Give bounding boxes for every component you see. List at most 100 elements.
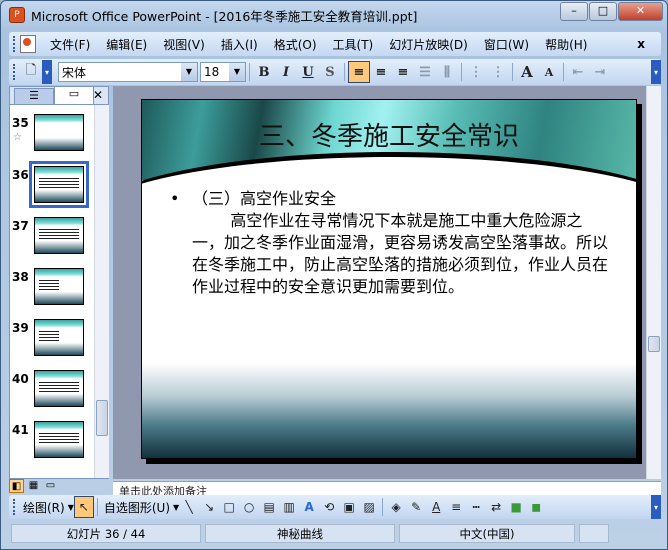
thumbnail-scrollbar[interactable]: [94, 105, 109, 478]
thumbnail-image: [34, 268, 84, 305]
slide-thumbnail[interactable]: 41: [10, 421, 94, 461]
thumbnail-image: [34, 370, 84, 407]
slide-thumbnail-selected[interactable]: 36: [10, 161, 94, 208]
toolbar-options-icon[interactable]: ▾: [651, 495, 661, 519]
increase-font-button[interactable]: A: [516, 61, 538, 83]
toolbar-grip[interactable]: [13, 499, 17, 515]
distribute-icon[interactable]: ☰: [414, 61, 436, 83]
draw-menu-button[interactable]: 绘图(R): [20, 499, 68, 516]
close-document-button[interactable]: x: [629, 37, 653, 51]
slide-thumbnail[interactable]: 35 ☆: [10, 114, 94, 154]
underline-button[interactable]: U: [297, 61, 319, 83]
italic-button[interactable]: I: [275, 61, 297, 83]
oval-icon[interactable]: ○: [239, 496, 259, 518]
line-style-icon[interactable]: ≡: [446, 496, 466, 518]
normal-view-icon[interactable]: ◧: [9, 479, 24, 493]
thumbnail-image: [34, 217, 84, 254]
slide-number: 38: [12, 270, 29, 284]
numbering-icon[interactable]: ⋮: [465, 61, 487, 83]
rectangle-icon[interactable]: □: [219, 496, 239, 518]
shadow-button[interactable]: S: [319, 61, 341, 83]
slide-title[interactable]: 三、冬季施工安全常识: [142, 116, 636, 153]
menu-file[interactable]: 文件(F): [42, 36, 98, 53]
menu-slideshow[interactable]: 幻灯片放映(D): [381, 36, 476, 53]
line-color-icon[interactable]: ✎: [406, 496, 426, 518]
status-empty: [579, 523, 609, 543]
toolbar-grip[interactable]: [13, 36, 17, 52]
clipart-icon[interactable]: ▣: [339, 496, 359, 518]
toolbar-options-icon[interactable]: ▾: [42, 60, 52, 84]
increase-indent-icon[interactable]: ⇥: [589, 61, 611, 83]
menu-insert[interactable]: 插入(I): [213, 36, 266, 53]
3d-style-icon[interactable]: ◼: [526, 496, 546, 518]
slide-number: 37: [12, 219, 29, 233]
chevron-down-icon[interactable]: ▼: [181, 63, 197, 81]
diagram-icon[interactable]: ⟲: [319, 496, 339, 518]
font-name-select[interactable]: 宋体 ▼: [58, 62, 198, 82]
thumbnail-image: [34, 114, 84, 151]
slide-canvas[interactable]: 三、冬季施工安全常识 • （三）高空作业安全 高空作业在寻常情况下本就是施工中重大…: [141, 99, 637, 459]
decrease-indent-icon[interactable]: ⇤: [567, 61, 589, 83]
slide-body[interactable]: • （三）高空作业安全 高空作业在寻常情况下本就是施工中重大危险源之一，加之冬季作…: [170, 188, 610, 298]
close-button[interactable]: ✕: [618, 2, 663, 21]
align-right-button[interactable]: ≡: [392, 61, 414, 83]
slide-sorter-view-icon[interactable]: ▦: [26, 479, 41, 493]
menu-format[interactable]: 格式(O): [266, 36, 325, 53]
separator: [461, 63, 462, 81]
vertical-textbox-icon[interactable]: ▥: [279, 496, 299, 518]
toolbar-options-icon[interactable]: ▾: [651, 60, 661, 84]
line-icon[interactable]: ╲: [179, 496, 199, 518]
slideshow-view-icon[interactable]: ▭: [43, 479, 58, 493]
decrease-font-button[interactable]: A: [538, 61, 560, 83]
drawing-toolbar: 绘图(R) ▼ ↖ 自选图形(U) ▼ ╲ ↘ □ ○ ▤ ▥ A ⟲ ▣ ▨ ◈ …: [9, 495, 661, 519]
slide-thumbnail[interactable]: 40: [10, 370, 94, 410]
menu-edit[interactable]: 编辑(E): [98, 36, 155, 53]
scrollbar-thumb[interactable]: [96, 400, 108, 436]
separator: [249, 63, 250, 81]
slide-thumbnail[interactable]: 37: [10, 217, 94, 257]
close-pane-icon[interactable]: ✕: [93, 88, 103, 102]
scrollbar-thumb[interactable]: [648, 336, 660, 352]
shadow-style-icon[interactable]: ■: [506, 496, 526, 518]
title-bar: P Microsoft Office PowerPoint - [2016年冬季…: [1, 1, 668, 29]
select-pointer-icon[interactable]: ↖: [73, 496, 94, 518]
toolbar-grip[interactable]: [13, 64, 17, 80]
dash-style-icon[interactable]: ┅: [466, 496, 486, 518]
tab-slides[interactable]: ▭: [54, 86, 94, 104]
menu-tools[interactable]: 工具(T): [325, 36, 382, 53]
slide-number: 40: [12, 372, 29, 386]
separator: [382, 498, 384, 516]
wordart-icon[interactable]: A: [299, 496, 319, 518]
window-title: Microsoft Office PowerPoint - [2016年冬季施工…: [31, 8, 418, 24]
autoshapes-button[interactable]: 自选图形(U): [101, 499, 173, 516]
slide-scrollbar[interactable]: [646, 86, 661, 479]
vertical-text-icon[interactable]: ⫼: [436, 61, 458, 83]
separator: [563, 63, 564, 81]
tab-outline[interactable]: ☰: [14, 88, 54, 104]
maximize-button[interactable]: □: [589, 2, 617, 21]
new-document-icon[interactable]: 🗋: [20, 61, 42, 83]
menu-view[interactable]: 视图(V): [155, 36, 213, 53]
arrow-icon[interactable]: ↘: [199, 496, 219, 518]
slide-thumbnail[interactable]: 39: [10, 319, 94, 359]
separator: [344, 63, 345, 81]
slide-thumbnail[interactable]: 38: [10, 268, 94, 308]
menu-window[interactable]: 窗口(W): [476, 36, 537, 53]
menu-help[interactable]: 帮助(H): [537, 36, 595, 53]
font-size-select[interactable]: 18 ▼: [200, 62, 246, 82]
notes-pane[interactable]: 单击此处添加备注: [113, 481, 661, 495]
textbox-icon[interactable]: ▤: [259, 496, 279, 518]
minimize-button[interactable]: –: [560, 2, 588, 21]
align-center-button[interactable]: ≡: [370, 61, 392, 83]
bold-button[interactable]: B: [253, 61, 275, 83]
align-left-button[interactable]: ≡: [348, 61, 370, 83]
arrow-style-icon[interactable]: ⇄: [486, 496, 506, 518]
font-color-icon[interactable]: A: [426, 496, 446, 518]
font-size-value: 18: [204, 65, 220, 79]
slide-subheading: （三）高空作业安全: [192, 189, 337, 208]
fill-color-icon[interactable]: ◈: [386, 496, 406, 518]
chevron-down-icon[interactable]: ▼: [229, 63, 245, 81]
bullets-icon[interactable]: ⋮: [487, 61, 509, 83]
picture-icon[interactable]: ▨: [359, 496, 379, 518]
document-icon[interactable]: [20, 35, 36, 53]
